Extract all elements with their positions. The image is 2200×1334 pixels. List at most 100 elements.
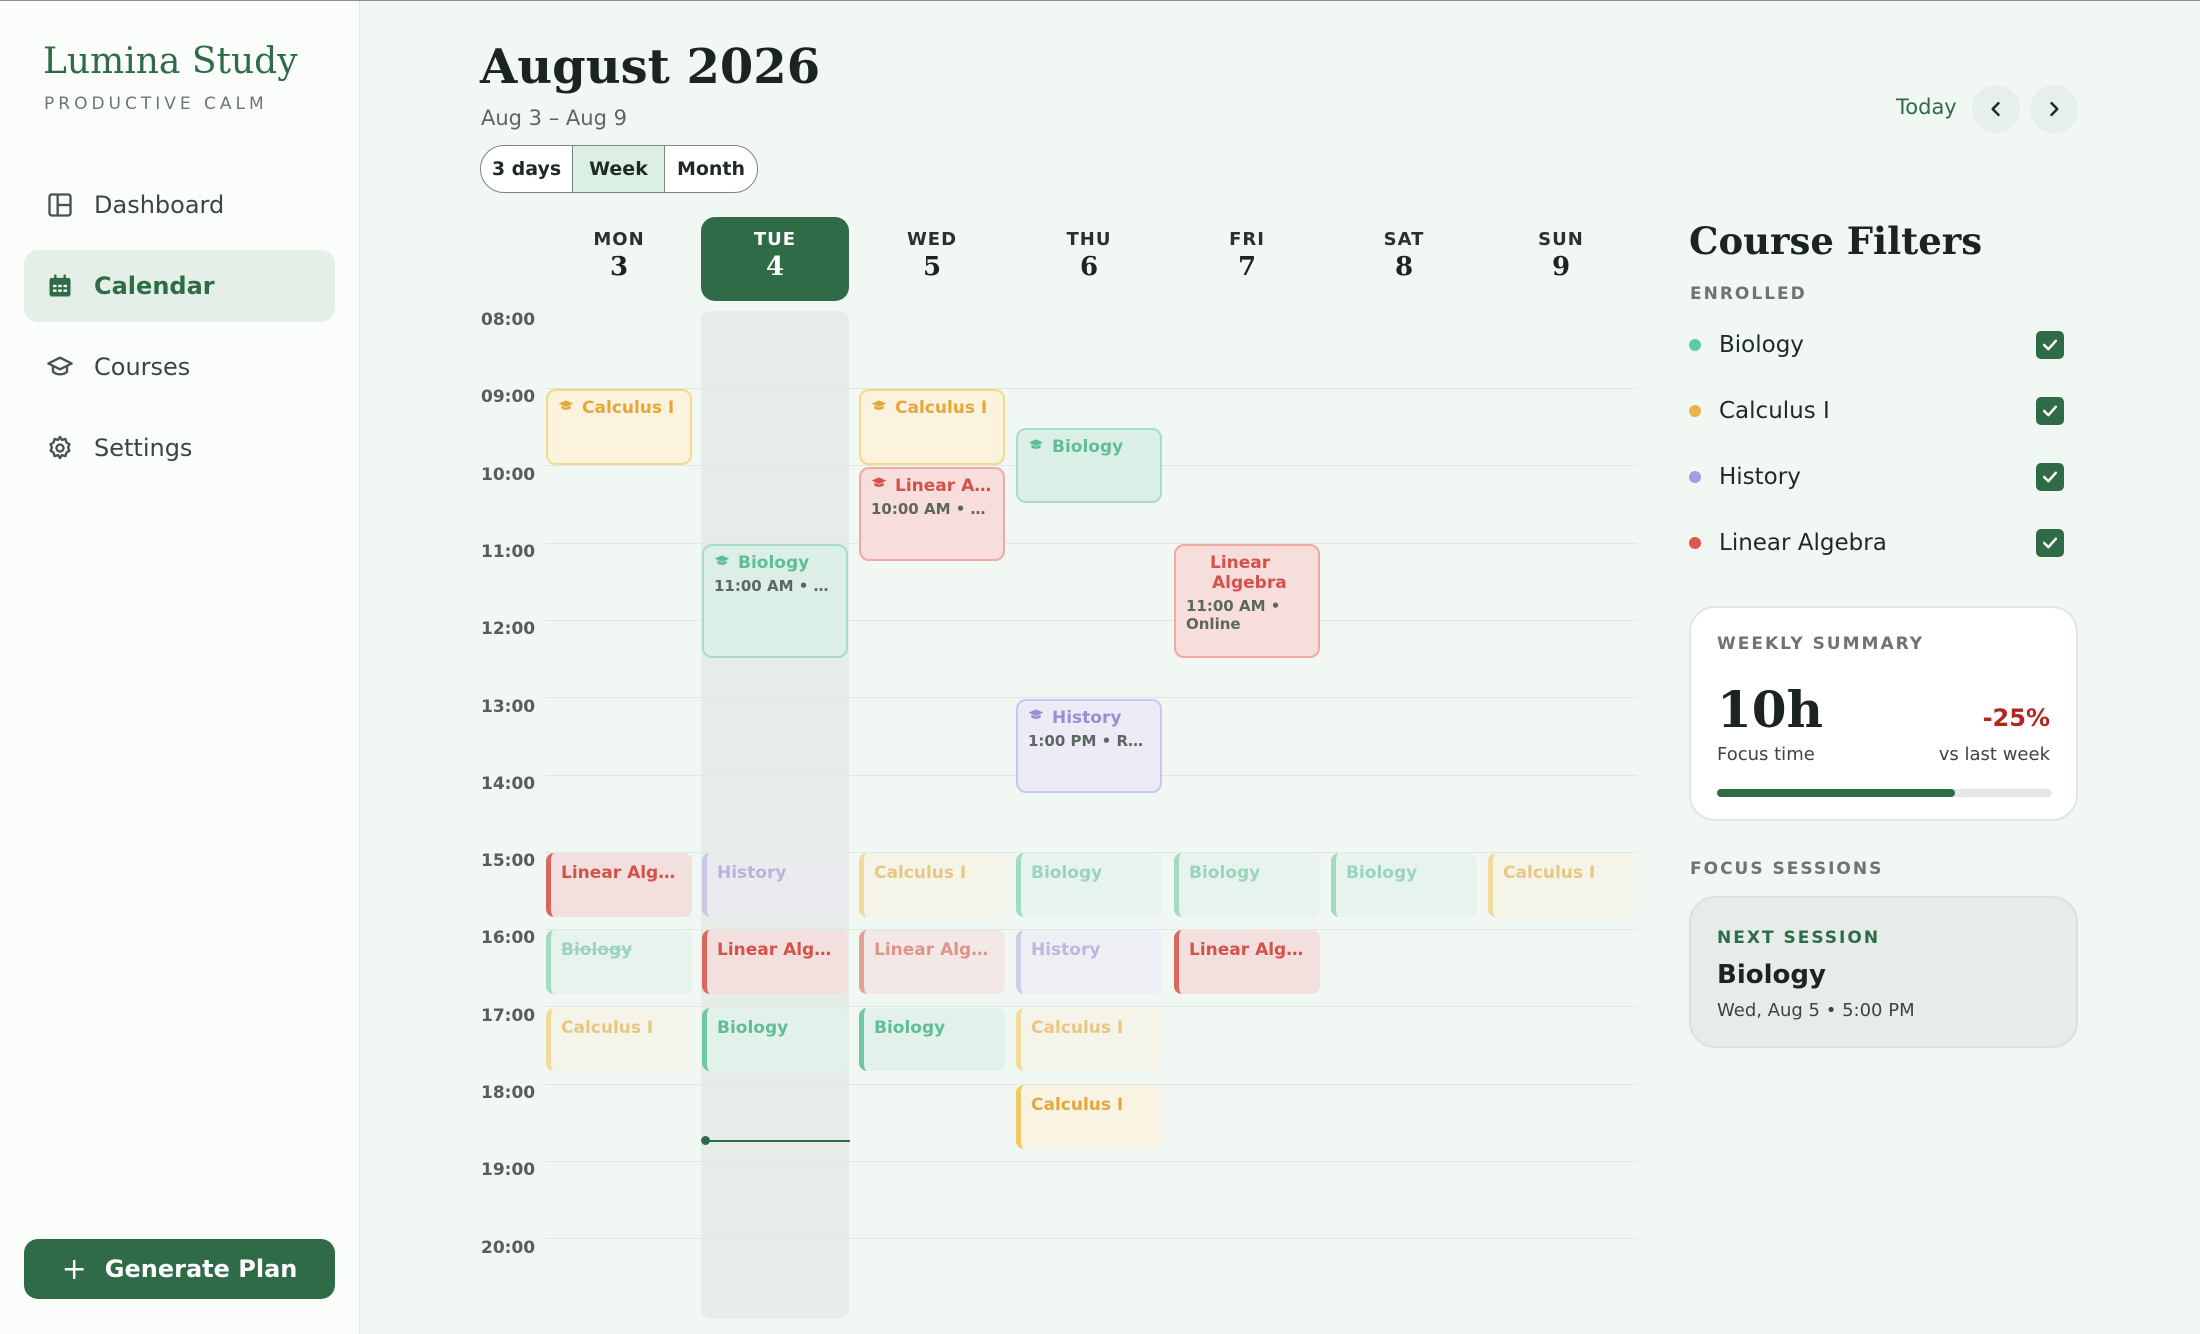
filter-checkbox[interactable] [2036,331,2064,359]
day-date: 4 [765,252,785,282]
event-title-text: History [717,863,787,884]
calendar-event[interactable]: History [1016,930,1162,995]
day-name: SAT [1383,229,1425,250]
calendar-event[interactable]: Biology [702,1007,848,1072]
flag-icon [1186,552,1202,566]
calendar-event[interactable]: History 1:00 PM • Room [1016,698,1162,794]
hour-label: 19:00 [481,1160,536,1181]
calendar-event[interactable]: Biology [546,930,692,995]
event-title: Biology [561,940,682,960]
filter-label: History [1719,464,1801,490]
filter-calculus[interactable]: Calculus I [1689,391,2064,431]
check-icon [2042,471,2058,483]
plus-icon: + [61,1251,87,1287]
calendar-event[interactable]: Calculus I [1016,1007,1162,1072]
hour-gridline [545,388,1637,389]
nav-label: Settings [94,434,193,462]
generate-plan-label: Generate Plan [104,1255,298,1283]
calendar-event[interactable]: Linear Algebra [1174,930,1320,995]
event-title-text: Calculus I [582,398,675,419]
event-title: Calculus I [1031,1095,1152,1115]
weekly-summary-card: WEEKLY SUMMARY 10h Focus time -25% vs la… [1689,606,2078,821]
event-title: Linear Algebra [874,940,995,960]
filter-linear-algebra[interactable]: Linear Algebra [1689,523,2064,563]
day-header-mon[interactable]: MON 3 [545,217,693,301]
view-3days-button[interactable]: 3 days [481,146,573,192]
enrolled-caption: ENROLLED [1690,284,1807,304]
calendar-event[interactable]: Calculus I [546,389,692,465]
calendar-event[interactable]: Biology [859,1007,1005,1072]
calendar-event[interactable]: Linear Algebra [702,930,848,995]
sidebar: Lumina Study PRODUCTIVE CALM Dashboard C… [0,1,360,1334]
filter-checkbox[interactable] [2036,397,2064,425]
view-week-button[interactable]: Week [573,146,665,192]
hour-label: 17:00 [481,1005,536,1026]
event-title: Calculus I [558,397,680,418]
event-title: History [717,863,838,883]
event-title-text: History [1031,940,1101,961]
event-title: Biology [1031,863,1152,883]
day-date: 9 [1551,252,1571,282]
calendar-event[interactable]: Biology [1016,853,1162,917]
calendar-event[interactable]: Biology 11:00 AM • Lab [702,543,848,658]
calendar-event[interactable]: Biology [1331,853,1477,917]
calendar-event[interactable]: History [702,853,848,917]
nav-dashboard[interactable]: Dashboard [24,169,335,241]
event-title: Biology [1189,863,1310,883]
hour-label: 14:00 [481,773,536,794]
event-title: Linear Algebra [871,475,993,496]
calendar-event[interactable]: Calculus I [546,1007,692,1072]
day-header-thu[interactable]: THU 6 [1015,217,1163,301]
event-subtitle: 1:00 PM • Room [1028,731,1150,750]
calendar-event[interactable]: Linear Algebra 11:00 AM • Online [1174,543,1320,658]
brand-logo[interactable]: Lumina Study [43,41,298,82]
day-date: 3 [609,252,629,282]
calendar-event[interactable]: Calculus I [859,853,1005,917]
calendar-event[interactable]: Linear Algebra 10:00 AM • Room [859,466,1005,562]
graduation-cap-icon [871,397,887,411]
filter-checkbox[interactable] [2036,463,2064,491]
hour-label: 13:00 [481,696,536,717]
calendar-event[interactable]: Biology [1016,427,1162,504]
day-header-fri[interactable]: FRI 7 [1173,217,1321,301]
filter-checkbox[interactable] [2036,529,2064,557]
event-title: Calculus I [1031,1018,1152,1038]
event-title: Calculus I [1503,863,1624,883]
event-title-text: Biology [561,940,633,961]
next-session-course: Biology [1717,960,1826,990]
calendar-event[interactable]: Linear Algebra [546,853,692,917]
next-week-button[interactable] [2030,85,2078,133]
view-month-button[interactable]: Month [665,146,757,192]
generate-plan-button[interactable]: + Generate Plan [24,1239,335,1299]
day-header-tue[interactable]: TUE 4 [701,217,849,301]
day-header-sat[interactable]: SAT 8 [1330,217,1478,301]
filter-history[interactable]: History [1689,457,2064,497]
event-title-text: Calculus I [1031,1017,1124,1038]
event-title: Calculus I [871,397,993,418]
nav-calendar[interactable]: Calendar [24,250,335,322]
today-button[interactable]: Today [1896,95,1957,119]
day-header-sun[interactable]: SUN 9 [1487,217,1635,301]
event-title: Biology [714,552,836,573]
event-title-text: Calculus I [561,1017,654,1038]
day-name: FRI [1229,229,1265,250]
filter-biology[interactable]: Biology [1689,325,2064,365]
course-color-dot [1689,405,1701,417]
calendar-event[interactable]: Linear Algebra [859,930,1005,995]
focus-time-value: 10h [1717,680,1823,739]
next-session-card[interactable]: NEXT SESSION Biology Wed, Aug 5 • 5:00 P… [1689,896,2078,1048]
calendar-event[interactable]: Calculus I [859,389,1005,465]
calendar-event[interactable]: Calculus I [1016,1085,1162,1149]
calendar-event[interactable]: Biology [1174,853,1320,917]
calendar-event[interactable]: Calculus I [1488,853,1634,917]
event-title-text: Biology [1189,863,1261,884]
nav-settings[interactable]: Settings [24,412,335,484]
day-header-wed[interactable]: WED 5 [858,217,1006,301]
page-title: August 2026 [480,39,821,95]
nav-courses[interactable]: Courses [24,331,335,403]
graduation-cap-icon [558,397,574,411]
check-icon [2042,537,2058,549]
previous-week-button[interactable] [1972,85,2020,133]
event-title-text: Calculus I [1503,863,1596,884]
filter-label: Calculus I [1719,398,1830,424]
